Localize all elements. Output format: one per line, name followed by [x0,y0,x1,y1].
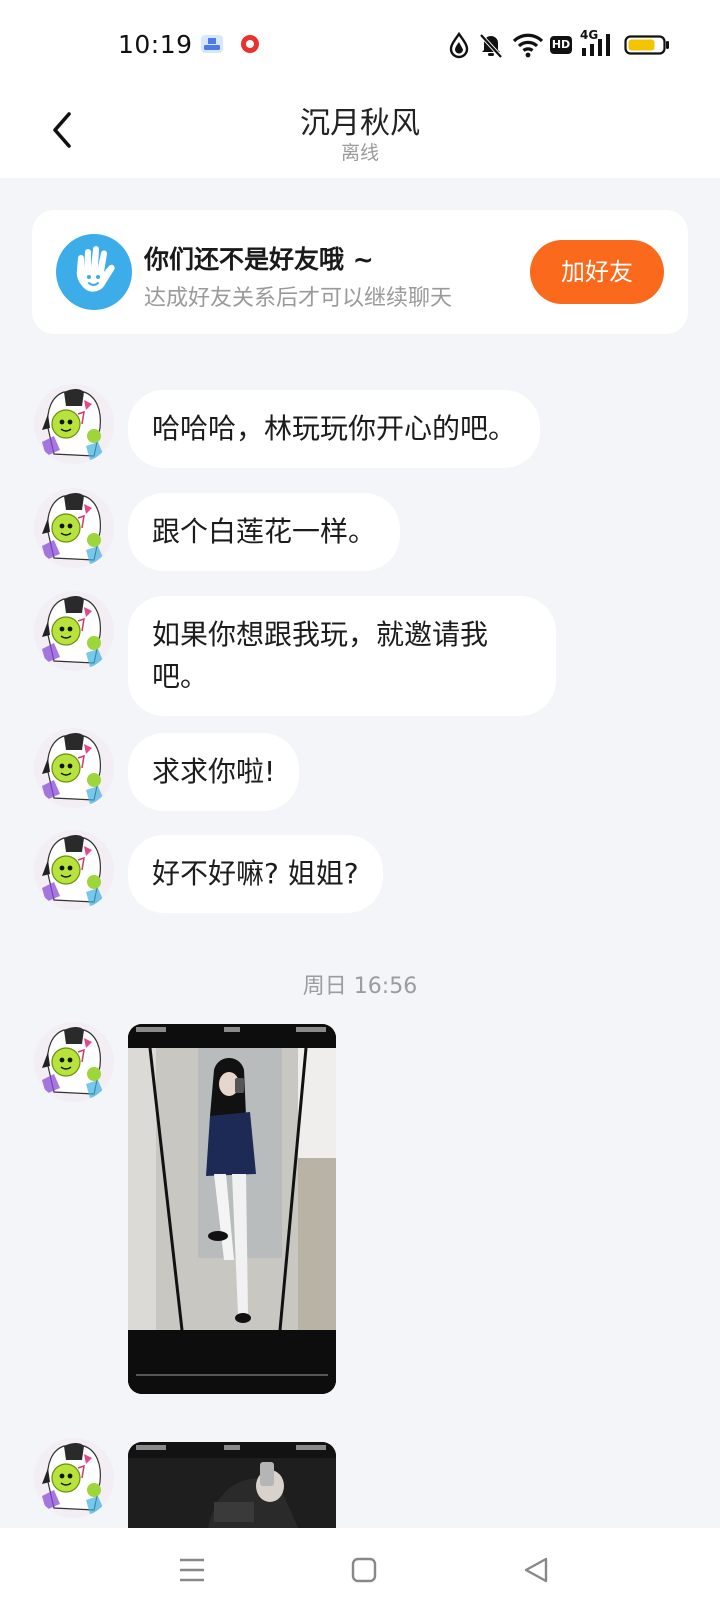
sender-avatar[interactable] [34,384,114,464]
hd-badge: HD [550,36,572,54]
sender-avatar[interactable] [34,488,114,568]
message-bubble[interactable]: 如果你想跟我玩，就邀请我吧。 [128,596,556,716]
system-nav-bar [0,1528,720,1612]
message-bubble[interactable]: 哈哈哈，林玩玩你开心的吧。 [128,390,541,468]
sender-avatar[interactable] [34,1438,114,1518]
cell-signal-icon [582,34,610,56]
sender-avatar[interactable] [34,728,114,808]
red-record-icon [241,35,259,53]
message-bubble[interactable]: 跟个白莲花一样。 [128,493,401,571]
online-status: 离线 [340,142,379,164]
wave-hand-icon [56,234,132,310]
status-bar: 10:19 HD 4G [0,0,720,90]
not-friend-subtitle: 达成好友关系后才可以继续聊天 [144,286,453,311]
sender-avatar[interactable] [34,591,114,671]
back-triangle-icon [524,1557,548,1583]
data-saver-drop-icon [449,31,469,59]
photo-screenshot-icon [128,1024,336,1394]
add-friend-button[interactable]: 加好友 [530,240,664,304]
home-button[interactable] [336,1542,392,1598]
battery-icon [624,35,669,55]
mute-bell-icon [479,33,503,59]
sender-avatar[interactable] [34,830,114,910]
not-friend-card: 你们还不是好友哦 ~ 达成好友关系后才可以继续聊天 加好友 [32,210,688,334]
menu-button[interactable] [164,1542,220,1598]
menu-icon [180,1558,204,1582]
back-nav-button[interactable] [508,1542,564,1598]
home-icon [351,1557,377,1583]
chat-header: 沉月秋风 离线 [0,90,720,178]
contact-name[interactable]: 沉月秋风 [0,98,720,142]
ships-app-icon [201,35,223,53]
message-bubble[interactable]: 求求你啦! [128,733,300,811]
photo-message[interactable] [128,1024,336,1394]
message-bubble[interactable]: 好不好嘛? 姐姐? [128,835,383,913]
wifi-icon [512,33,544,58]
not-friend-title: 你们还不是好友哦 ~ [144,245,374,274]
message-timestamp: 周日 16:56 [302,974,418,999]
status-time: 10:19 [118,30,193,59]
photo-message[interactable] [128,1442,336,1528]
photo-screenshot-icon [128,1442,336,1528]
sender-avatar[interactable] [34,1022,114,1102]
